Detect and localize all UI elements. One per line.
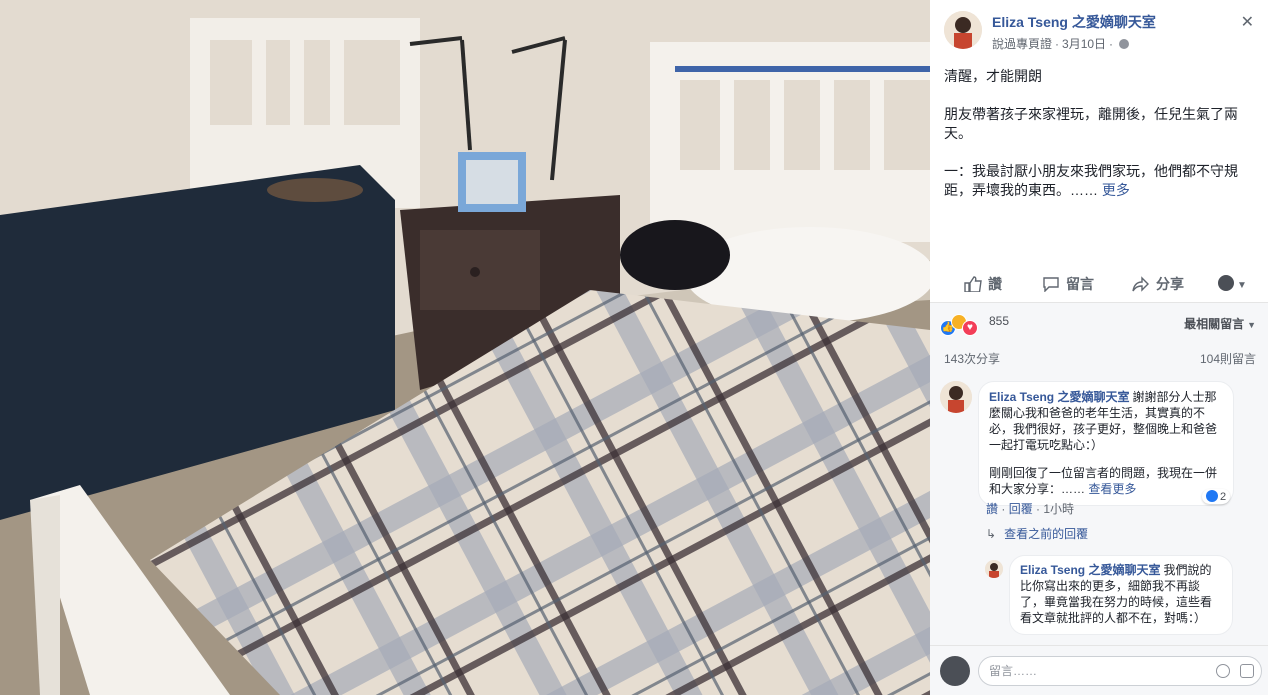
sticker-icon[interactable] <box>1240 664 1254 678</box>
reaction-count[interactable]: 855 <box>989 314 1009 328</box>
comment-author[interactable]: Eliza Tseng 之愛嫡聊天室 <box>1020 563 1160 577</box>
orca-plush <box>620 220 730 290</box>
post-text: 清醒，才能開朗 朋友帶著孩子來家裡玩，離開後，任兒生氣了兩天。 一：我最討厭小朋… <box>944 67 1244 219</box>
love-reaction-icon: ♥ <box>962 320 978 336</box>
like-button[interactable]: 讚 <box>964 274 1002 294</box>
share-icon <box>1132 276 1149 292</box>
post-date[interactable]: 3月10日 <box>1062 37 1106 51</box>
plush-toy <box>267 178 363 202</box>
comment-button[interactable]: 留言 <box>1042 274 1094 294</box>
post-stats: 👍 ♥ 855 最相關留言 ▼ 143次分享 104則留言 <box>930 303 1268 375</box>
post-paragraph: 一：我最討厭小朋友來我們家玩，他們都不守規距，弄壞我的東西。…… 更多 <box>944 163 1238 198</box>
post-meta: 說過專頁證 · 3月10日 · <box>992 35 1130 52</box>
author-avatar[interactable] <box>944 11 982 49</box>
sponsor-label[interactable]: 說過專頁證 <box>992 37 1052 51</box>
see-more-link[interactable]: 查看更多 <box>1088 482 1136 496</box>
comment-author[interactable]: Eliza Tseng 之愛嫡聊天室 <box>989 390 1129 404</box>
post-author-name[interactable]: Eliza Tseng 之愛嫡聊天室 <box>992 12 1156 32</box>
right-headboard <box>650 42 930 242</box>
comment-icon <box>1043 277 1059 292</box>
post-actions: 讚 留言 分享 ▼ <box>930 265 1268 303</box>
comment-list: Eliza Tseng 之愛嫡聊天室 謝謝部分人士那麼關心我和爸爸的老年生活，其實… <box>930 375 1268 645</box>
share-button[interactable]: 分享 <box>1132 274 1184 294</box>
like-reaction-icon <box>1206 490 1218 502</box>
view-previous-replies[interactable]: ↳ 查看之前的回覆 <box>986 525 1088 542</box>
post-photo[interactable] <box>0 0 930 695</box>
comment-meta: 讚 · 回覆 · 1小時 <box>986 502 1075 516</box>
profile-mini-icon <box>1218 275 1234 291</box>
comment-like-link[interactable]: 讚 <box>986 502 998 516</box>
commenter-avatar[interactable] <box>940 381 972 413</box>
comment-bubble: Eliza Tseng 之愛嫡聊天室 謝謝部分人士那麼關心我和爸爸的老年生活，其實… <box>978 381 1234 506</box>
post-side-panel: Eliza Tseng 之愛嫡聊天室 說過專頁證 · 3月10日 · ✕ 清醒，才能開… <box>930 0 1268 695</box>
caret-down-icon: ▼ <box>1247 320 1256 330</box>
thumbs-up-icon <box>964 276 982 292</box>
post-paragraph: 清醒，才能開朗 <box>944 68 1042 84</box>
post-paragraph: 朋友帶著孩子來家裡玩，離開後，任兒生氣了兩天。 <box>944 106 1238 141</box>
reaction-profile-selector[interactable]: ▼ <box>1218 275 1247 291</box>
comment-reply-link[interactable]: 回覆 <box>1009 502 1033 516</box>
comment-sort-dropdown[interactable]: 最相關留言 ▼ <box>1184 315 1256 332</box>
reaction-icons[interactable]: 👍 ♥ <box>940 314 978 336</box>
caret-down-icon: ▼ <box>1237 280 1247 291</box>
comment-time[interactable]: 1小時 <box>1043 502 1074 516</box>
user-avatar <box>940 656 970 686</box>
comment-count[interactable]: 104則留言 <box>1200 350 1256 367</box>
reply-arrow-icon: ↳ <box>986 527 997 541</box>
see-more-link[interactable]: 更多 <box>1102 182 1130 198</box>
reply-bubble: Eliza Tseng 之愛嫡聊天室 我們說的比你寫出來的更多，細節我不再談了，畢… <box>1009 555 1233 635</box>
share-count[interactable]: 143次分享 <box>944 350 1000 367</box>
commenter-avatar[interactable] <box>985 560 1003 578</box>
globe-icon <box>1119 39 1130 49</box>
comment-composer <box>930 645 1268 695</box>
emoji-icon[interactable] <box>1216 664 1230 678</box>
close-icon[interactable]: ✕ <box>1241 12 1254 32</box>
comment-like-count[interactable]: 2 <box>1202 489 1231 504</box>
